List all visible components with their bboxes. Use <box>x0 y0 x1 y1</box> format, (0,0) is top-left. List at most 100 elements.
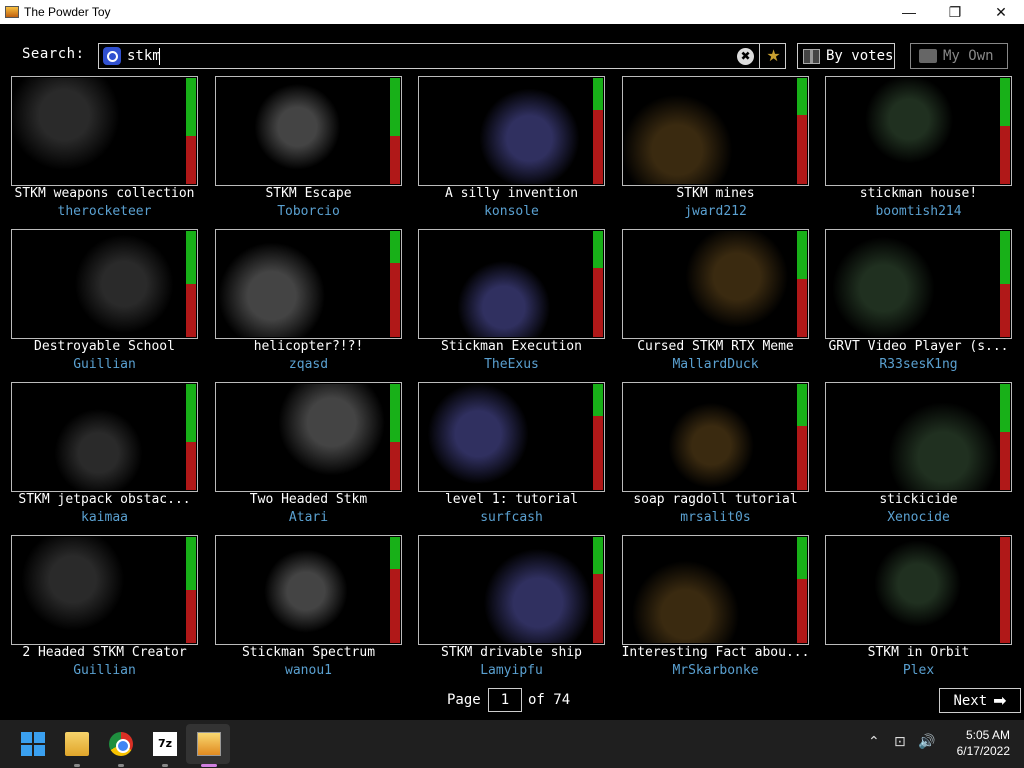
save-author[interactable]: jward212 <box>614 204 817 219</box>
save-card[interactable]: Interesting Fact abou... MrSkarbonke <box>622 535 812 680</box>
save-author[interactable]: konsole <box>410 204 613 219</box>
my-own-button[interactable]: My Own <box>910 43 1008 69</box>
save-author[interactable]: kaimaa <box>3 510 206 525</box>
thumbnail-preview <box>13 537 184 643</box>
upvote-fill <box>797 231 807 279</box>
upvote-fill <box>1000 231 1010 284</box>
save-author[interactable]: Xenocide <box>817 510 1020 525</box>
save-title: Stickman Execution <box>441 339 582 354</box>
save-author[interactable]: Guillian <box>3 663 206 678</box>
page-number-input[interactable]: 1 <box>488 688 522 712</box>
thumbnail-preview <box>827 384 998 490</box>
clock[interactable]: 5:05 AM 6/17/2022 <box>940 727 1010 759</box>
save-card[interactable]: stickicide Xenocide <box>825 382 1015 527</box>
save-thumbnail[interactable] <box>622 382 809 492</box>
save-card[interactable]: STKM mines jward212 <box>622 76 812 221</box>
thumbnail-preview <box>217 78 388 184</box>
minimize-button[interactable]: — <box>886 0 932 24</box>
sort-by-votes-button[interactable]: By votes <box>797 43 895 69</box>
vote-bar <box>1000 78 1010 184</box>
file-explorer-icon[interactable] <box>65 732 89 756</box>
search-input[interactable]: stkm ✖ ★ <box>98 43 786 69</box>
save-card[interactable]: Two Headed Stkm Atari <box>215 382 405 527</box>
save-card[interactable]: STKM Escape Toborcio <box>215 76 405 221</box>
network-icon[interactable]: ⊡ <box>894 734 906 750</box>
save-thumbnail[interactable] <box>215 535 402 645</box>
sevenzip-icon[interactable]: 7z <box>153 732 177 756</box>
save-author[interactable]: mrsalit0s <box>614 510 817 525</box>
save-card[interactable]: Destroyable School Guillian <box>11 229 201 374</box>
save-card[interactable]: GRVT Video Player (s... R33sesK1ng <box>825 229 1015 374</box>
save-card[interactable]: STKM weapons collection therocketeer <box>11 76 201 221</box>
favorites-star-icon[interactable]: ★ <box>759 43 787 69</box>
windows-start-icon[interactable] <box>21 732 45 756</box>
next-page-button[interactable]: Next ➡ <box>939 688 1021 713</box>
save-author[interactable]: MrSkarbonke <box>614 663 817 678</box>
save-author[interactable]: TheExus <box>410 357 613 372</box>
chrome-icon[interactable] <box>109 732 133 756</box>
maximize-button[interactable]: ❐ <box>932 0 978 24</box>
vote-bar <box>593 384 603 490</box>
save-card[interactable]: helicopter?!?! zqasd <box>215 229 405 374</box>
save-author[interactable]: boomtish214 <box>817 204 1020 219</box>
save-thumbnail[interactable] <box>622 535 809 645</box>
save-author[interactable]: MallardDuck <box>614 357 817 372</box>
save-thumbnail[interactable] <box>622 229 809 339</box>
save-thumbnail[interactable] <box>418 382 605 492</box>
volume-icon[interactable]: 🔊 <box>918 734 935 750</box>
save-thumbnail[interactable] <box>622 76 809 186</box>
save-author[interactable]: Atari <box>207 510 410 525</box>
save-card[interactable]: STKM jetpack obstac... kaimaa <box>11 382 201 527</box>
save-card[interactable]: A silly invention konsole <box>418 76 608 221</box>
save-thumbnail[interactable] <box>825 76 1012 186</box>
save-thumbnail[interactable] <box>825 535 1012 645</box>
save-thumbnail[interactable] <box>11 382 198 492</box>
save-author[interactable]: Toborcio <box>207 204 410 219</box>
thumbnail-preview <box>827 231 998 337</box>
save-card[interactable]: STKM in Orbit Plex <box>825 535 1015 680</box>
save-author[interactable]: therocketeer <box>3 204 206 219</box>
save-card[interactable]: Stickman Execution TheExus <box>418 229 608 374</box>
save-thumbnail[interactable] <box>418 535 605 645</box>
active-indicator <box>201 764 217 767</box>
save-author[interactable]: surfcash <box>410 510 613 525</box>
save-author[interactable]: wanou1 <box>207 663 410 678</box>
save-thumbnail[interactable] <box>215 229 402 339</box>
save-title: 2 Headed STKM Creator <box>22 645 187 660</box>
page-label: Page <box>447 692 481 708</box>
save-title: STKM jetpack obstac... <box>18 492 191 507</box>
save-thumbnail[interactable] <box>11 229 198 339</box>
save-card[interactable]: stickman house! boomtish214 <box>825 76 1015 221</box>
save-author[interactable]: Lamyipfu <box>410 663 613 678</box>
save-card[interactable]: Cursed STKM RTX Meme MallardDuck <box>622 229 812 374</box>
powder-toy-taskbar-icon[interactable] <box>197 732 221 756</box>
save-thumbnail[interactable] <box>825 382 1012 492</box>
save-author[interactable]: zqasd <box>207 357 410 372</box>
vote-bar <box>797 78 807 184</box>
save-thumbnail[interactable] <box>215 76 402 186</box>
vote-bar <box>390 78 400 184</box>
save-card[interactable]: level 1: tutorial surfcash <box>418 382 608 527</box>
save-thumbnail[interactable] <box>11 76 198 186</box>
save-card[interactable]: soap ragdoll tutorial mrsalit0s <box>622 382 812 527</box>
save-thumbnail[interactable] <box>825 229 1012 339</box>
taskbar: 7z ⌃ ⊡ 🔊 5:05 AM 6/17/2022 <box>0 720 1024 768</box>
save-title: STKM drivable ship <box>441 645 582 660</box>
save-thumbnail[interactable] <box>11 535 198 645</box>
save-author[interactable]: R33sesK1ng <box>817 357 1020 372</box>
tray-chevron-icon[interactable]: ⌃ <box>868 734 880 750</box>
save-thumbnail[interactable] <box>418 229 605 339</box>
clear-search-icon[interactable]: ✖ <box>737 48 754 65</box>
upvote-fill <box>593 231 603 268</box>
search-icon <box>103 47 121 65</box>
save-thumbnail[interactable] <box>215 382 402 492</box>
save-thumbnail[interactable] <box>418 76 605 186</box>
save-card[interactable]: 2 Headed STKM Creator Guillian <box>11 535 201 680</box>
close-button[interactable]: ✕ <box>978 0 1024 24</box>
save-card[interactable]: Stickman Spectrum wanou1 <box>215 535 405 680</box>
save-title: Cursed STKM RTX Meme <box>637 339 794 354</box>
save-author[interactable]: Plex <box>817 663 1020 678</box>
save-author[interactable]: Guillian <box>3 357 206 372</box>
save-card[interactable]: STKM drivable ship Lamyipfu <box>418 535 608 680</box>
save-title: STKM in Orbit <box>867 645 970 660</box>
